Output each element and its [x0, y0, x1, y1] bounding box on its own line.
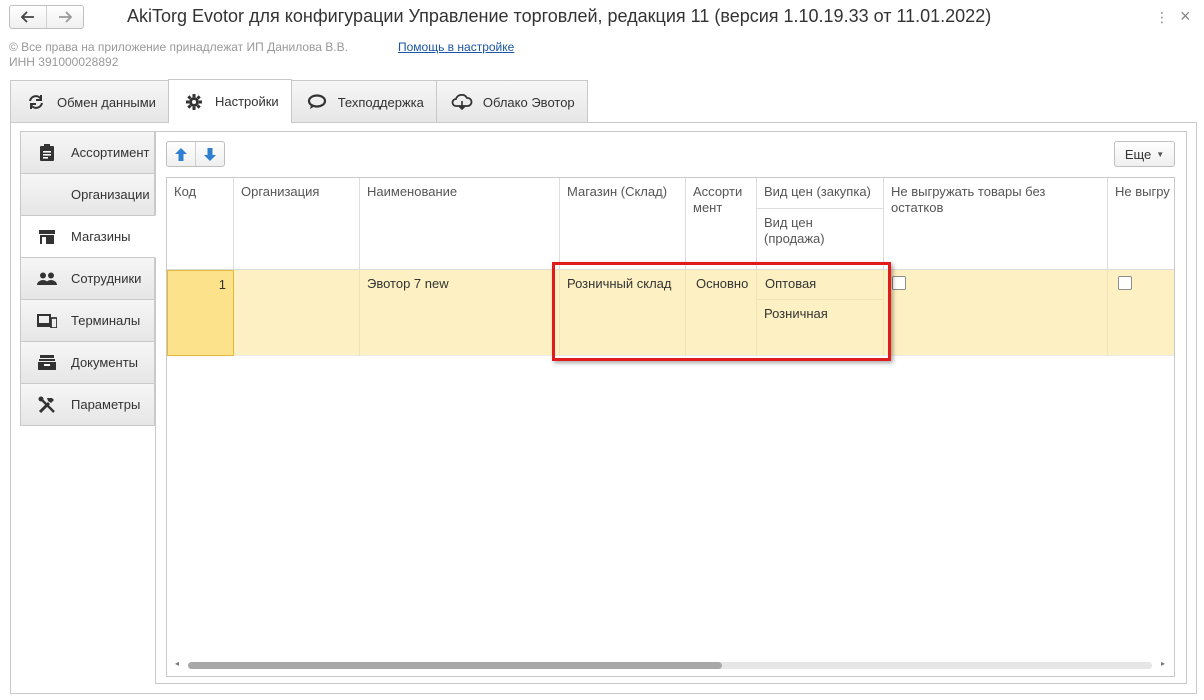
scroll-thumb[interactable]: [188, 662, 722, 669]
move-buttons: [166, 141, 225, 167]
more-button[interactable]: Еще ▼: [1114, 141, 1175, 167]
sidebar-item-label: Параметры: [71, 397, 141, 412]
column-header-no-export[interactable]: Не выгружать товары без остатков: [884, 178, 1108, 270]
sidebar-item-documents[interactable]: Документы: [20, 341, 155, 384]
column-header-price-sell[interactable]: Вид цен (продажа): [757, 208, 883, 253]
cell-no-export-2: [1108, 270, 1174, 356]
sidebar-item-employees[interactable]: Сотрудники: [20, 257, 155, 300]
tab-label: Настройки: [214, 94, 279, 109]
tab-evotor-cloud[interactable]: Облако Эвотор: [435, 80, 588, 123]
no-export-checkbox[interactable]: [892, 276, 906, 290]
cloud-icon: [451, 94, 473, 110]
column-header-price-buy[interactable]: Вид цен (закупка): [757, 178, 883, 206]
tab-settings[interactable]: Настройки: [167, 79, 292, 123]
store-icon: [37, 229, 57, 244]
arrow-right-icon: [59, 11, 72, 23]
more-label: Еще: [1124, 146, 1152, 162]
cell-organization[interactable]: [234, 270, 360, 356]
sidebar-item-terminals[interactable]: Терминалы: [20, 299, 155, 342]
sidebar-item-stores[interactable]: Магазины: [20, 215, 156, 258]
inn-text: ИНН 391000028892: [9, 55, 119, 69]
tab-support[interactable]: Техподдержка: [290, 80, 437, 123]
stores-table: Код Организация Наименование Магазин (Ск…: [166, 177, 1175, 677]
forward-button[interactable]: [46, 6, 83, 28]
move-up-button[interactable]: [167, 142, 195, 166]
sidebar-item-label: Организации: [71, 187, 150, 202]
clipboard-icon: [37, 144, 57, 161]
close-icon[interactable]: ×: [1180, 6, 1191, 27]
move-down-button[interactable]: [195, 142, 224, 166]
chevron-down-icon: ▼: [1156, 149, 1165, 159]
cell-code[interactable]: 1: [167, 270, 234, 356]
chat-icon: [306, 94, 328, 110]
window-title: AkiTorg Evotor для конфигурации Управлен…: [127, 6, 992, 26]
sidebar-item-organizations[interactable]: Организации: [20, 173, 155, 216]
help-link[interactable]: Помощь в настройке: [398, 40, 514, 54]
column-header-name[interactable]: Наименование: [360, 178, 560, 270]
title-bar: AkiTorg Evotor для конфигурации Управлен…: [0, 0, 1204, 36]
devices-icon: [37, 313, 57, 328]
column-header-code[interactable]: Код: [167, 178, 234, 270]
no-export-2-checkbox[interactable]: [1118, 276, 1132, 290]
back-button[interactable]: [10, 6, 46, 28]
tools-icon: [37, 396, 57, 414]
sidebar-item-label: Магазины: [71, 229, 131, 244]
top-tabs: Обмен данными Настройки Техподдержка Обл…: [10, 79, 588, 123]
sidebar-item-label: Документы: [71, 355, 139, 370]
horizontal-scrollbar[interactable]: ◂ ▸: [175, 659, 1165, 670]
sidebar-item-parameters[interactable]: Параметры: [20, 383, 155, 426]
sync-icon: [25, 94, 47, 110]
table-header: Код Организация Наименование Магазин (Ск…: [167, 178, 1174, 270]
column-header-price-types: Вид цен (закупка) Вид цен (продажа): [757, 178, 884, 270]
annotation-highlight-box: [552, 262, 891, 361]
column-header-no-export-2[interactable]: Не выгру: [1108, 178, 1174, 270]
people-icon: [37, 272, 57, 285]
column-header-assortment[interactable]: Ассорти мент: [686, 178, 757, 270]
inbox-icon: [37, 355, 57, 370]
nav-buttons: [9, 5, 84, 29]
scroll-left-icon[interactable]: ◂: [175, 659, 179, 668]
copyright-text: © Все права на приложение принадлежат ИП…: [9, 40, 348, 54]
cell-name[interactable]: Эвотор 7 new: [360, 270, 560, 356]
sidebar-item-assortment[interactable]: Ассортимент: [20, 131, 155, 174]
tab-label: Облако Эвотор: [482, 94, 575, 110]
cell-no-export: [884, 270, 1108, 356]
tab-data-exchange[interactable]: Обмен данными: [10, 80, 169, 123]
more-options-icon[interactable]: ⋮: [1155, 9, 1169, 26]
scroll-right-icon[interactable]: ▸: [1161, 659, 1165, 668]
tab-label: Обмен данными: [57, 94, 156, 110]
sidebar-item-label: Терминалы: [71, 313, 141, 328]
sidebar-item-label: Сотрудники: [71, 271, 142, 286]
arrow-up-icon: [175, 147, 187, 161]
sidebar-item-label: Ассортимент: [71, 145, 150, 160]
gear-icon: [183, 93, 205, 111]
tab-label: Техподдержка: [337, 94, 424, 110]
column-header-organization[interactable]: Организация: [234, 178, 360, 270]
side-menu: Ассортимент Организации Магазины Сотрудн…: [20, 131, 156, 426]
arrow-down-icon: [204, 147, 216, 161]
column-header-store[interactable]: Магазин (Склад): [560, 178, 686, 270]
arrow-left-icon: [21, 11, 34, 23]
